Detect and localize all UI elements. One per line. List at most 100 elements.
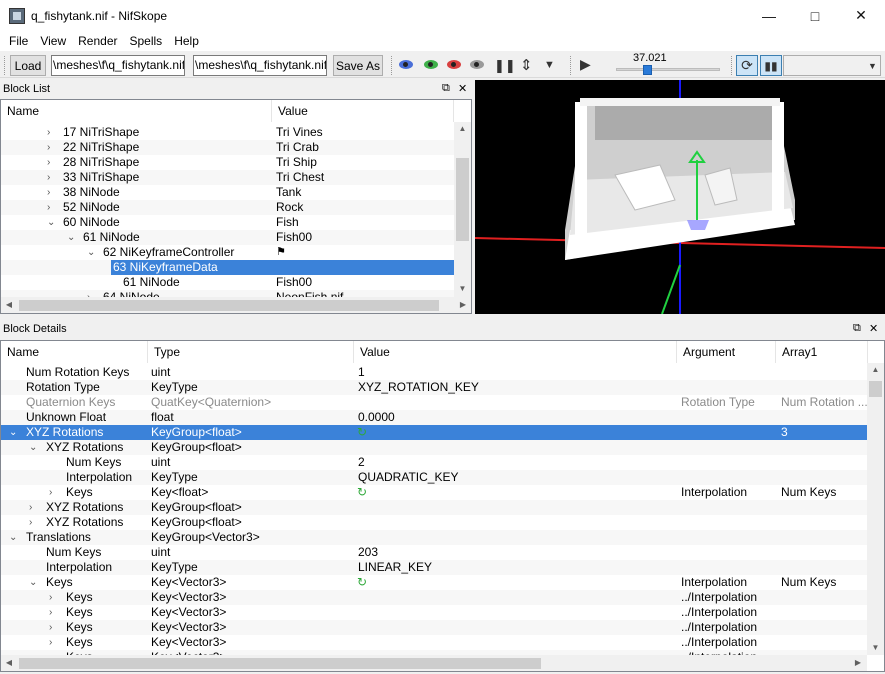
collapse-icon[interactable]: ⌄	[9, 425, 17, 440]
play-icon[interactable]: ▶	[580, 56, 591, 73]
scroll-right-icon[interactable]: ▶	[457, 300, 469, 309]
expand-icon[interactable]: ›	[47, 155, 50, 170]
menu-render[interactable]: Render	[72, 34, 123, 48]
detail-row[interactable]: › Keys Key<float> Interpolation Num Keys ↻	[1, 485, 867, 500]
expand-icon[interactable]: ›	[29, 515, 32, 530]
collapse-icon[interactable]: ⌄	[9, 530, 17, 545]
undock-details-icon[interactable]: ⧉	[853, 322, 861, 335]
column-name[interactable]: Name	[1, 341, 148, 363]
block-list-row[interactable]: 61 NiNode Fish00	[1, 275, 454, 290]
detail-row[interactable]: Interpolation KeyType LINEAR_KEY	[1, 560, 867, 575]
hscroll-thumb[interactable]	[19, 300, 439, 311]
block-list-vscroll[interactable]: ▲ ▼	[454, 122, 471, 297]
block-list-row[interactable]: › 22 NiTriShape Tri Crab	[1, 140, 454, 155]
detail-row[interactable]: › Keys Key<Vector3> ../Interpolation	[1, 590, 867, 605]
block-list-row[interactable]: › 17 NiTriShape Tri Vines	[1, 125, 454, 140]
collapse-icon[interactable]: ⌄	[67, 230, 75, 245]
detail-row[interactable]: Unknown Float float 0.0000	[1, 410, 867, 425]
detail-row[interactable]: Rotation Type KeyType XYZ_ROTATION_KEY	[1, 380, 867, 395]
scroll-left-icon[interactable]: ◀	[3, 300, 15, 309]
collapse-icon[interactable]: ⌄	[87, 245, 95, 260]
detail-row[interactable]: Num Keys uint 203	[1, 545, 867, 560]
expand-icon[interactable]: ›	[47, 125, 50, 140]
detail-row[interactable]: Interpolation KeyType QUADRATIC_KEY	[1, 470, 867, 485]
animation-slider-thumb[interactable]	[643, 65, 652, 75]
move-axis-icon[interactable]: ⇕	[520, 56, 533, 74]
block-list-row[interactable]: ⌄ 61 NiNode Fish00	[1, 230, 454, 245]
detail-row[interactable]: ⌄ XYZ Rotations KeyGroup<float> 3 ↻	[1, 425, 867, 440]
expand-icon[interactable]: ›	[49, 605, 52, 620]
detail-row[interactable]: ⌄ Keys Key<Vector3> Interpolation Num Keys ↻	[1, 575, 867, 590]
column-type[interactable]: Type	[148, 341, 354, 363]
scroll-down-icon[interactable]: ▼	[454, 284, 471, 293]
detail-row[interactable]: Num Keys uint 2	[1, 455, 867, 470]
block-list-row[interactable]: ⌄ 62 NiKeyframeController ⚑	[1, 245, 454, 260]
render-viewport[interactable]	[475, 80, 885, 314]
scroll-right-icon[interactable]: ▶	[852, 658, 864, 667]
close-panel-icon[interactable]: ✕	[458, 82, 467, 95]
load-button[interactable]: Load	[10, 55, 46, 76]
detail-row[interactable]: › XYZ Rotations KeyGroup<float>	[1, 500, 867, 515]
expand-icon[interactable]: ›	[29, 500, 32, 515]
block-list-row[interactable]: › 33 NiTriShape Tri Chest	[1, 170, 454, 185]
refresh-icon[interactable]: ↻	[357, 575, 367, 590]
collapse-icon[interactable]: ⌄	[47, 215, 55, 230]
block-list-tree[interactable]: Name Value › 17 NiTriShape Tri Vines › 22 Ni…	[0, 99, 472, 314]
block-list-row[interactable]: ⌄ 60 NiNode Fish	[1, 215, 454, 230]
load-path-field[interactable]: \meshes\f\q_fishytank.nif	[51, 55, 185, 76]
refresh-icon[interactable]: ↻	[357, 425, 367, 440]
eye-gray-icon[interactable]	[470, 60, 484, 69]
menu-help[interactable]: Help	[168, 34, 205, 48]
dropdown-arrow-icon[interactable]: ▼	[544, 59, 555, 71]
animation-sequence-select[interactable]	[783, 55, 881, 76]
eye-red-icon[interactable]	[447, 60, 461, 69]
expand-icon[interactable]: ›	[47, 170, 50, 185]
detail-row[interactable]: Num Rotation Keys uint 1	[1, 365, 867, 380]
detail-row[interactable]: › Keys Key<Vector3> ../Interpolation	[1, 635, 867, 650]
scroll-thumb[interactable]	[456, 158, 469, 241]
scroll-up-icon[interactable]: ▲	[867, 365, 884, 374]
menu-view[interactable]: View	[34, 34, 72, 48]
expand-icon[interactable]: ›	[49, 635, 52, 650]
detail-row[interactable]: ⌄ Translations KeyGroup<Vector3>	[1, 530, 867, 545]
menu-file[interactable]: File	[3, 34, 34, 48]
maximize-button[interactable]: □	[792, 0, 838, 31]
detail-row[interactable]: › Keys Key<Vector3> ../Interpolation	[1, 620, 867, 635]
hscroll-thumb[interactable]	[19, 658, 541, 669]
eye-blue-icon[interactable]	[399, 60, 413, 69]
scroll-up-icon[interactable]: ▲	[454, 124, 471, 133]
expand-icon[interactable]: ›	[47, 200, 50, 215]
expand-icon[interactable]: ›	[49, 590, 52, 605]
collapse-icon[interactable]: ⌄	[29, 440, 37, 455]
switch-button[interactable]: ▮▮	[760, 55, 782, 76]
chevron-down-icon[interactable]: ▼	[868, 61, 877, 71]
detail-row[interactable]: Quaternion Keys QuatKey<Quaternion> Rotati…	[1, 395, 867, 410]
column-value[interactable]: Value	[272, 100, 454, 122]
expand-icon[interactable]: ›	[47, 185, 50, 200]
column-argument[interactable]: Argument	[677, 341, 776, 363]
block-list-row[interactable]: › 52 NiNode Rock	[1, 200, 454, 215]
menu-spells[interactable]: Spells	[124, 34, 169, 48]
block-list-hscroll[interactable]: ◀ ▶	[1, 297, 471, 313]
block-list-row[interactable]: 63 NiKeyframeData	[1, 260, 454, 275]
scroll-thumb[interactable]	[869, 381, 882, 397]
close-button[interactable]: ✕	[838, 0, 884, 31]
scroll-left-icon[interactable]: ◀	[3, 658, 15, 667]
footprints-icon[interactable]: ❚❚	[494, 58, 516, 74]
refresh-icon[interactable]: ↻	[357, 485, 367, 500]
detail-row[interactable]: ⌄ XYZ Rotations KeyGroup<float>	[1, 440, 867, 455]
eye-green-icon[interactable]	[424, 60, 438, 69]
save-as-button[interactable]: Save As	[333, 55, 383, 76]
collapse-icon[interactable]: ⌄	[29, 575, 37, 590]
block-details-vscroll[interactable]: ▲ ▼	[867, 363, 884, 655]
block-list-row[interactable]: › 28 NiTriShape Tri Ship	[1, 155, 454, 170]
column-name[interactable]: Name	[1, 100, 272, 122]
save-path-field[interactable]: \meshes\f\q_fishytank.nif	[193, 55, 327, 76]
column-array1[interactable]: Array1	[776, 341, 868, 363]
column-value[interactable]: Value	[354, 341, 677, 363]
animation-slider-track[interactable]	[616, 68, 720, 71]
block-list-row[interactable]: › 38 NiNode Tank	[1, 185, 454, 200]
close-details-icon[interactable]: ✕	[869, 322, 878, 335]
expand-icon[interactable]: ›	[47, 140, 50, 155]
undock-icon[interactable]: ⧉	[442, 82, 450, 95]
